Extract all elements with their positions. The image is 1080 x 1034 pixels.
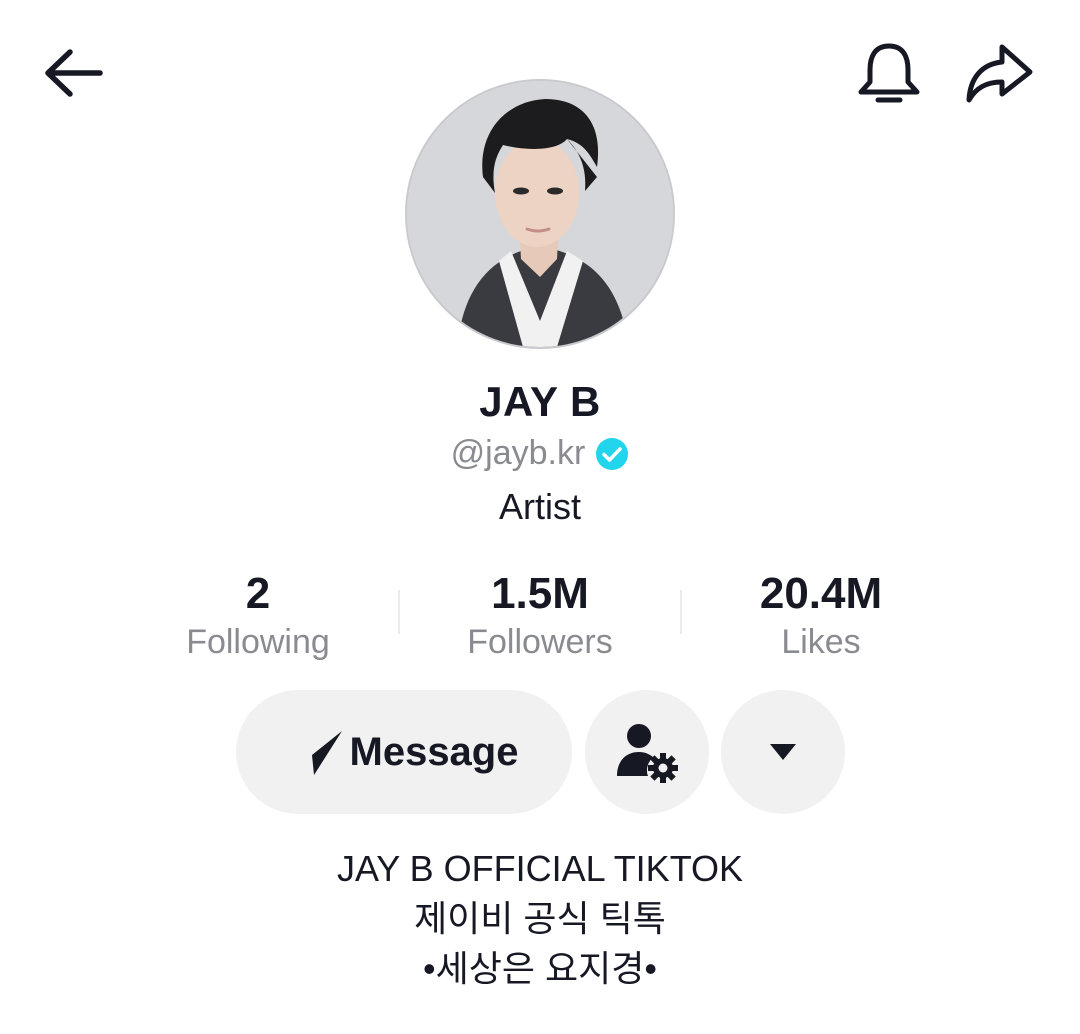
stat-divider [398, 590, 400, 634]
stat-label: Followers [467, 623, 613, 661]
stat-value: 2 [245, 569, 271, 618]
bell-icon [858, 43, 920, 103]
share-arrow-icon [966, 44, 1033, 103]
display-name: JAY B [479, 378, 601, 425]
back-button[interactable] [40, 42, 110, 102]
user-settings-icon [617, 724, 678, 783]
message-label: Message [349, 729, 519, 774]
bio-line: 제이비 공식 틱톡 [414, 898, 666, 939]
stat-followers[interactable]: 1.5M Followers [400, 568, 680, 664]
handle-row: @jayb.kr [0, 434, 1080, 473]
triangle-down-icon [770, 744, 796, 760]
message-button[interactable]: Message [236, 690, 572, 814]
stats-row: 2 Following 1.5M Followers 20.4M Likes [0, 568, 1080, 668]
stat-value: 1.5M [491, 569, 589, 618]
stat-label: Following [186, 623, 330, 661]
arrow-left-icon [45, 49, 103, 97]
profile-category: Artist [498, 486, 581, 527]
paper-plane-icon [291, 731, 342, 775]
stat-likes[interactable]: 20.4M Likes [681, 568, 961, 664]
notification-button[interactable] [852, 40, 926, 110]
stat-divider [680, 590, 682, 634]
stat-following[interactable]: 2 Following [118, 568, 398, 664]
stat-label: Likes [781, 623, 861, 661]
more-options-button[interactable] [721, 690, 845, 814]
stat-value: 20.4M [759, 569, 883, 618]
verified-badge-icon [596, 437, 629, 470]
profile-bio: JAY B OFFICIAL TIKTOK 제이비 공식 틱톡 •세상은 요지경… [0, 844, 1080, 994]
bio-line: •세상은 요지경• [423, 948, 657, 989]
share-button[interactable] [962, 42, 1038, 106]
bio-line: JAY B OFFICIAL TIKTOK [336, 848, 744, 889]
username-handle: @jayb.kr [450, 434, 586, 472]
user-settings-button[interactable] [585, 690, 709, 814]
profile-avatar[interactable] [405, 79, 675, 349]
